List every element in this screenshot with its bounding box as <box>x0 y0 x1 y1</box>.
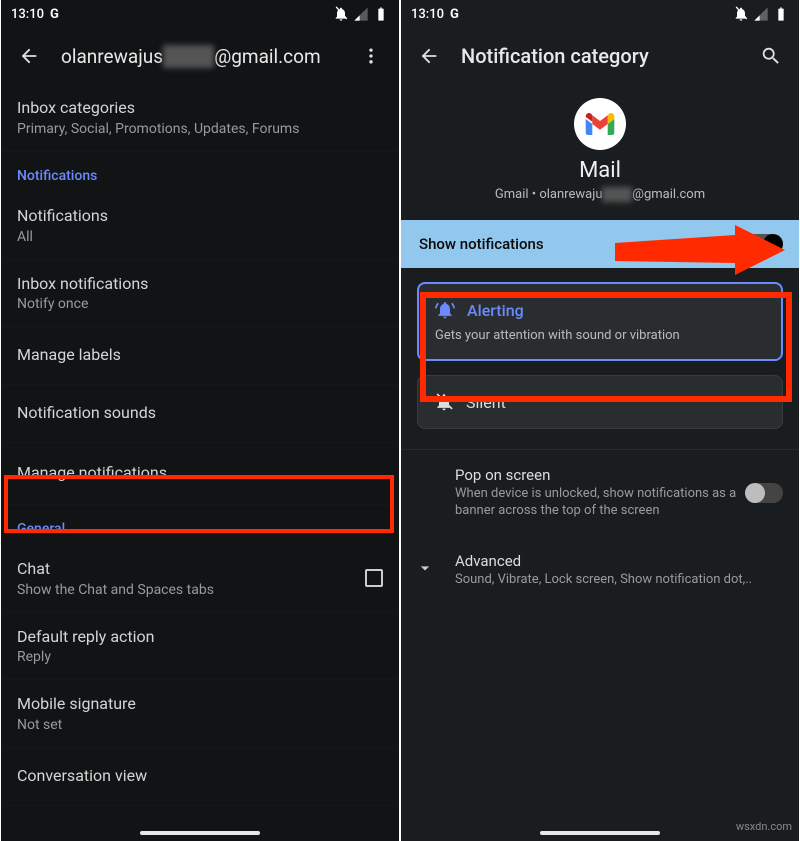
battery-icon <box>373 6 389 22</box>
search-button[interactable] <box>751 36 791 76</box>
show-notifications-label: Show notifications <box>419 235 544 253</box>
notification-sounds-row[interactable]: Notification sounds <box>1 385 399 443</box>
google-badge: G <box>50 7 59 22</box>
pop-toggle[interactable] <box>747 483 783 503</box>
show-notifications-toggle[interactable] <box>745 234 781 254</box>
search-icon <box>760 45 782 67</box>
pop-desc: When device is unlocked, show notificati… <box>455 486 747 520</box>
status-icons <box>733 6 789 22</box>
chat-checkbox[interactable] <box>365 569 383 587</box>
alerting-desc: Gets your attention with sound or vibrat… <box>435 328 765 343</box>
app-header: Mail Gmail • olanrewajuxxxx@gmail.com <box>401 84 799 220</box>
notifications-header: Notifications <box>1 152 399 192</box>
notif-category-content: Mail Gmail • olanrewajuxxxx@gmail.com Sh… <box>401 84 799 841</box>
signal-icon <box>353 6 369 22</box>
advanced-title: Advanced <box>455 552 783 570</box>
more-vert-icon <box>361 46 381 66</box>
pop-on-screen-row[interactable]: Pop on screen When device is unlocked, s… <box>401 450 799 536</box>
silent-option[interactable]: Silent <box>417 375 783 429</box>
gmail-icon <box>574 98 626 150</box>
appbar: Notification category <box>401 28 799 84</box>
dnd-icon <box>333 6 349 22</box>
alerting-label: Alerting <box>467 301 524 320</box>
bell-ring-icon <box>435 300 455 320</box>
chat-row[interactable]: Chat Show the Chat and Spaces tabs <box>1 545 399 613</box>
arrow-back-icon <box>18 45 40 67</box>
inbox-categories-row[interactable]: Inbox categories Primary, Social, Promot… <box>1 84 399 152</box>
settings-list: Inbox categories Primary, Social, Promot… <box>1 84 399 841</box>
advanced-desc: Sound, Vibrate, Lock screen, Show notifi… <box>455 572 783 589</box>
manage-labels-row[interactable]: Manage labels <box>1 327 399 385</box>
right-screen: 13:10 G Notification category Mail Gmail… <box>401 0 799 841</box>
clock: 13:10 <box>411 7 444 22</box>
advanced-row[interactable]: Advanced Sound, Vibrate, Lock screen, Sh… <box>401 536 799 605</box>
signature-row[interactable]: Mobile signature Not set <box>1 680 399 748</box>
chevron-down-icon <box>415 558 435 578</box>
back-button[interactable] <box>9 36 49 76</box>
manage-notifications-row[interactable]: Manage notifications <box>1 443 399 505</box>
nav-handle[interactable] <box>540 831 660 835</box>
pop-title: Pop on screen <box>455 466 747 484</box>
silent-label: Silent <box>466 393 506 412</box>
inbox-notifications-row[interactable]: Inbox notifications Notify once <box>1 260 399 328</box>
page-title: Notification category <box>461 44 739 68</box>
nav-handle[interactable] <box>140 831 260 835</box>
expand-icon <box>415 558 435 582</box>
status-bar: 13:10 G <box>401 0 799 28</box>
status-bar: 13:10 G <box>1 0 399 28</box>
notifications-row[interactable]: Notifications All <box>1 192 399 260</box>
back-button[interactable] <box>409 36 449 76</box>
google-badge: G <box>450 7 459 22</box>
status-icons <box>333 6 389 22</box>
left-screen: 13:10 G olanrewajusxxxxx@gmail.com Inbox… <box>1 0 399 841</box>
watermark: wsxdn.com <box>736 820 792 833</box>
app-name: Mail <box>579 158 621 183</box>
bell-off-icon <box>434 392 454 412</box>
app-subtext: Gmail • olanrewajuxxxx@gmail.com <box>495 187 705 202</box>
alerting-option[interactable]: Alerting Gets your attention with sound … <box>417 282 783 361</box>
conversation-view-row[interactable]: Conversation view <box>1 748 399 806</box>
appbar: olanrewajusxxxxx@gmail.com <box>1 28 399 84</box>
dnd-icon <box>733 6 749 22</box>
account-email: olanrewajusxxxxx@gmail.com <box>61 45 339 68</box>
signal-icon <box>753 6 769 22</box>
overflow-button[interactable] <box>351 36 391 76</box>
general-header: General <box>1 505 399 545</box>
arrow-back-icon <box>418 45 440 67</box>
clock: 13:10 <box>11 7 44 22</box>
default-reply-row[interactable]: Default reply action Reply <box>1 613 399 681</box>
show-notifications-row[interactable]: Show notifications <box>401 220 799 268</box>
battery-icon <box>773 6 789 22</box>
